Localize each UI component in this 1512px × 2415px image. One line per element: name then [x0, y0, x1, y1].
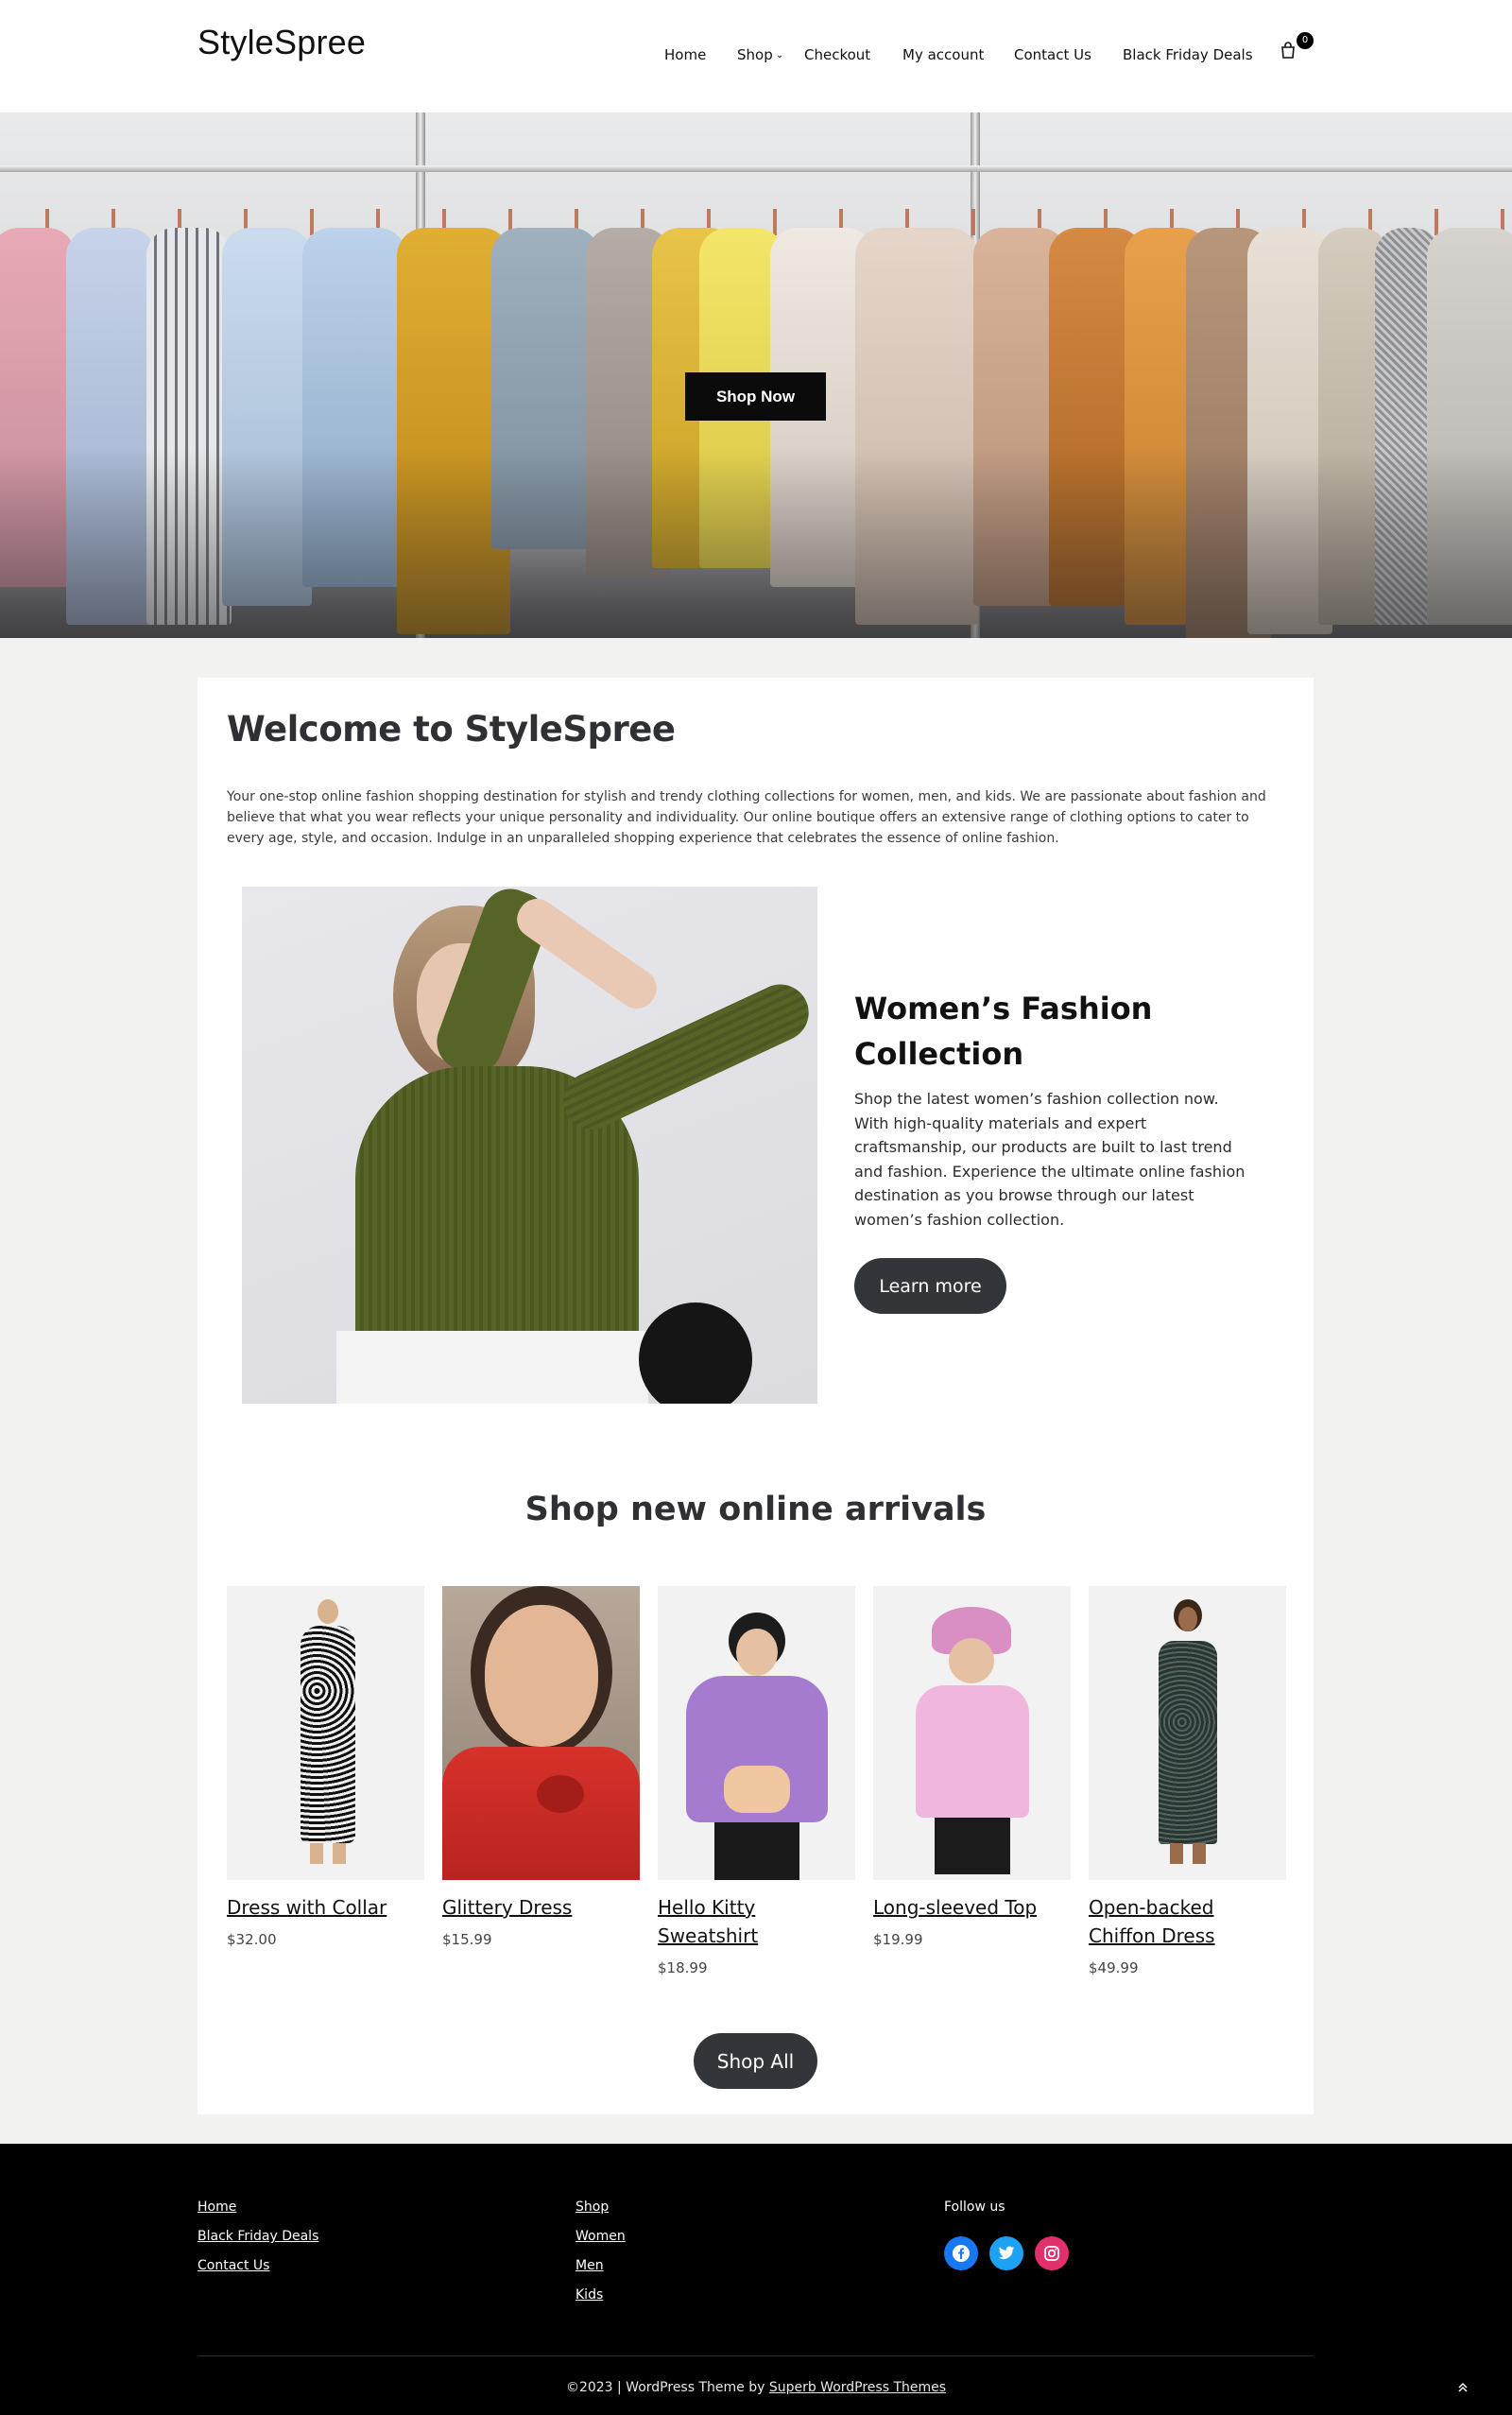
- footer-divider: [198, 2355, 1314, 2356]
- footer-link-men[interactable]: Men: [576, 2251, 626, 2281]
- product-name-link[interactable]: Open-backed Chiffon Dress: [1089, 1893, 1286, 1950]
- product-name-link[interactable]: Dress with Collar: [227, 1893, 424, 1922]
- product-card: Long-sleeved Top $19.99: [873, 1586, 1071, 1948]
- copyright-text: ©2023 | WordPress Theme by Superb WordPr…: [0, 2380, 1512, 2395]
- facebook-icon[interactable]: [944, 2236, 978, 2270]
- cart-button[interactable]: 0: [1280, 32, 1314, 66]
- footer-link-shop[interactable]: Shop: [576, 2193, 626, 2222]
- instagram-icon[interactable]: [1035, 2236, 1069, 2270]
- feature-paragraph: Shop the latest women’s fashion collecti…: [854, 1090, 1246, 1229]
- product-image-open-backed-chiffon-dress[interactable]: [1089, 1586, 1286, 1880]
- nav-black-friday-deals[interactable]: Black Friday Deals: [1123, 46, 1253, 63]
- follow-us-label: Follow us: [944, 2199, 1005, 2215]
- welcome-paragraph: Your one-stop online fashion shopping de…: [227, 789, 1266, 846]
- main-content-card: Welcome to StyleSpree Your one-stop onli…: [198, 678, 1314, 2114]
- product-image-hello-kitty-sweatshirt[interactable]: [658, 1586, 855, 1880]
- nav-home[interactable]: Home: [664, 46, 706, 63]
- footer-link-women[interactable]: Women: [576, 2222, 626, 2251]
- footer-links-primary: Home Black Friday Deals Contact Us: [198, 2193, 318, 2281]
- product-card: Open-backed Chiffon Dress $49.99: [1089, 1586, 1286, 1976]
- twitter-icon[interactable]: [989, 2236, 1023, 2270]
- product-price: $49.99: [1089, 1959, 1139, 1976]
- product-name-link[interactable]: Glittery Dress: [442, 1893, 640, 1922]
- product-image-long-sleeved-top[interactable]: [873, 1586, 1071, 1880]
- product-card: Hello Kitty Sweatshirt $18.99: [658, 1586, 855, 1976]
- welcome-heading: Welcome to StyleSpree: [227, 709, 676, 750]
- shop-all-button[interactable]: Shop All: [694, 2033, 817, 2089]
- feature-heading: Women’s Fashion Collection: [854, 991, 1153, 1072]
- nav-checkout[interactable]: Checkout: [804, 46, 870, 63]
- nav-my-account[interactable]: My account: [902, 46, 984, 63]
- footer-follow: Follow us: [944, 2193, 1069, 2270]
- product-image-dress-with-collar[interactable]: [227, 1586, 424, 1880]
- shopping-bag-icon: [1281, 42, 1295, 59]
- site-footer: Home Black Friday Deals Contact Us Shop …: [0, 2144, 1512, 2415]
- nav-shop-label: Shop: [737, 46, 773, 63]
- product-card: Dress with Collar $32.00: [227, 1586, 424, 1948]
- cart-count-badge: 0: [1297, 32, 1314, 49]
- copyright-prefix: ©2023 | WordPress Theme by: [565, 2380, 769, 2395]
- social-links: [944, 2236, 1069, 2270]
- product-card: Glittery Dress $15.99: [442, 1586, 640, 1948]
- product-price: $32.00: [227, 1931, 277, 1948]
- product-price: $19.99: [873, 1931, 923, 1948]
- chevron-up-icon: [1458, 2382, 1468, 2392]
- product-image-glittery-dress[interactable]: [442, 1586, 640, 1880]
- womens-fashion-image: [242, 887, 817, 1404]
- footer-link-kids[interactable]: Kids: [576, 2281, 626, 2310]
- nav-shop[interactable]: Shop ⌄: [737, 46, 783, 63]
- arrivals-heading: Shop new online arrivals: [524, 1491, 987, 1528]
- hero-banner: Shop Now: [0, 112, 1512, 638]
- nav-contact-us[interactable]: Contact Us: [1014, 46, 1091, 63]
- back-to-top-button[interactable]: [1453, 2380, 1472, 2399]
- learn-more-button[interactable]: Learn more: [854, 1258, 1006, 1314]
- product-price: $18.99: [658, 1959, 708, 1976]
- shop-now-button[interactable]: Shop Now: [685, 372, 826, 421]
- footer-link-home[interactable]: Home: [198, 2193, 318, 2222]
- footer-links-shop: Shop Women Men Kids: [576, 2193, 626, 2310]
- footer-link-black-friday-deals[interactable]: Black Friday Deals: [198, 2222, 318, 2251]
- product-name-link[interactable]: Hello Kitty Sweatshirt: [658, 1893, 855, 1950]
- product-price: $15.99: [442, 1931, 492, 1948]
- chevron-down-icon: ⌄: [775, 50, 784, 60]
- footer-link-contact-us[interactable]: Contact Us: [198, 2251, 318, 2281]
- product-name-link[interactable]: Long-sleeved Top: [873, 1893, 1071, 1922]
- site-header: StyleSpree Home Shop ⌄ Checkout My accoun…: [0, 0, 1512, 112]
- superb-themes-link[interactable]: Superb WordPress Themes: [769, 2380, 946, 2395]
